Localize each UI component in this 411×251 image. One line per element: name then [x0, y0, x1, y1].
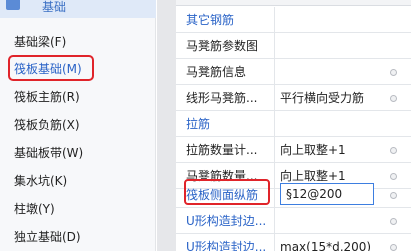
- column-divider: [274, 137, 275, 163]
- panel-gutter: [157, 0, 176, 251]
- raft-side-rebar-value-input[interactable]: §12@200: [280, 183, 374, 205]
- attach-toggle-icon[interactable]: [390, 244, 397, 251]
- column-divider: [274, 208, 275, 234]
- property-value[interactable]: max(15*d,200): [280, 234, 374, 251]
- component-tree-sidebar: 基础 基础梁(F) 筏板基础(M) 筏板主筋(R) 筏板负筋(X) 基础板带(W…: [0, 0, 156, 251]
- property-row[interactable]: 拉筋数量计... 向上取整+1: [176, 137, 411, 163]
- property-row[interactable]: 线形马凳筋... 平行横向受力筋: [176, 85, 411, 111]
- property-value[interactable]: 平行横向受力筋: [280, 85, 374, 111]
- column-divider: [274, 234, 275, 251]
- column-divider: [274, 33, 275, 59]
- property-name: 马凳筋参数图: [186, 39, 259, 53]
- selection-highlight: [8, 55, 94, 81]
- property-value[interactable]: [280, 208, 374, 234]
- property-value[interactable]: [280, 33, 374, 59]
- attach-toggle-icon[interactable]: [390, 218, 397, 225]
- sidebar-item-column-pier[interactable]: 柱墩(Y): [0, 195, 156, 223]
- category-header-foundation[interactable]: 基础: [0, 0, 156, 18]
- property-name: U形构造封边...: [186, 214, 267, 228]
- property-row[interactable]: 马凳筋参数图: [176, 33, 411, 59]
- property-row[interactable]: U形构造封边... max(15*d,200): [176, 234, 411, 251]
- column-divider: [274, 111, 275, 137]
- property-value[interactable]: [280, 7, 374, 33]
- property-name: 线形马凳筋...: [186, 91, 258, 105]
- property-name: 拉筋数量计...: [186, 143, 258, 157]
- property-grid: 其它钢筋 马凳筋参数图 马凳筋信息 线形马凳筋... 平行横向受力筋 拉筋 拉筋…: [176, 0, 411, 251]
- property-value[interactable]: 向上取整+1: [280, 137, 374, 163]
- sidebar-item-sump-pit[interactable]: 集水坑(K): [0, 167, 156, 195]
- category-label: 基础: [42, 0, 67, 14]
- attach-toggle-icon[interactable]: [390, 192, 397, 199]
- attach-toggle-icon[interactable]: [390, 173, 397, 180]
- property-name: 其它钢筋: [186, 13, 235, 27]
- column-divider: [274, 182, 275, 208]
- column-divider: [274, 85, 275, 111]
- grid-header-strip: [176, 0, 411, 6]
- sidebar-item-raft-main-rebar[interactable]: 筏板主筋(R): [0, 83, 156, 111]
- sidebar-item-foundation-strip[interactable]: 基础板带(W): [0, 139, 156, 167]
- attach-toggle-icon[interactable]: [390, 95, 397, 102]
- sidebar-item-foundation-beam[interactable]: 基础梁(F): [0, 28, 156, 56]
- property-value[interactable]: [280, 59, 374, 85]
- column-divider: [274, 59, 275, 85]
- sidebar-item-isolated-foundation[interactable]: 独立基础(D): [0, 223, 156, 251]
- property-name: 拉筋: [186, 117, 211, 131]
- attach-toggle-icon[interactable]: [390, 69, 397, 76]
- property-name: 马凳筋信息: [186, 65, 247, 79]
- property-row[interactable]: U形构造封边...: [176, 208, 411, 234]
- property-row[interactable]: 马凳筋信息: [176, 59, 411, 85]
- property-row[interactable]: 拉筋: [176, 111, 411, 137]
- column-divider: [274, 7, 275, 33]
- sidebar-item-raft-negative-rebar[interactable]: 筏板负筋(X): [0, 111, 156, 139]
- property-name: U形构造封边...: [186, 240, 267, 251]
- folder-icon: [6, 0, 20, 10]
- attach-toggle-icon[interactable]: [390, 147, 397, 154]
- row-selection-highlight: [184, 179, 270, 205]
- property-row[interactable]: 其它钢筋: [176, 7, 411, 33]
- property-value[interactable]: [280, 111, 374, 137]
